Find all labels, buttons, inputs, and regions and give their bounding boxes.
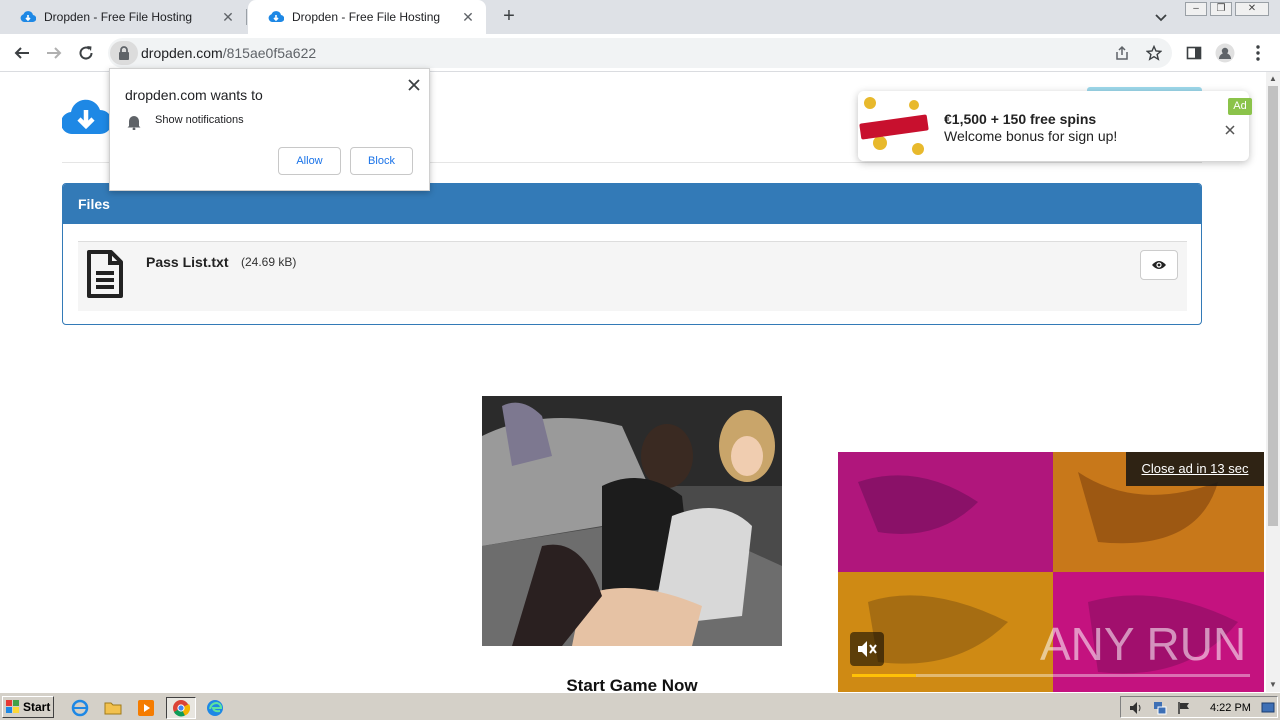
video-ad-frame: ANY RUN: [838, 452, 1264, 692]
game-ad-image[interactable]: [482, 396, 782, 646]
muted-speaker-icon[interactable]: [850, 632, 884, 666]
forward-button[interactable]: [42, 41, 66, 65]
video-ad[interactable]: ANY RUN Close ad in 13 sec: [838, 452, 1264, 692]
share-icon[interactable]: [1113, 44, 1131, 62]
ad-title: €1,500 + 150 free spins: [944, 111, 1097, 127]
url-path: /815ae0f5a622: [222, 45, 317, 61]
browser-toolbar: dropden.com/815ae0f5a622: [0, 34, 1280, 72]
cloud-download-icon: [268, 9, 284, 25]
video-progress-bar[interactable]: [852, 674, 1250, 677]
url-domain: dropden.com: [141, 45, 223, 61]
kebab-menu-icon[interactable]: [1248, 43, 1268, 63]
start-label: Start: [23, 700, 51, 714]
eye-icon: [1152, 261, 1166, 269]
windows-taskbar: Start 4:22 PM: [0, 692, 1280, 720]
file-name[interactable]: Pass List.txt: [146, 254, 228, 270]
chrome-taskbar-button[interactable]: [166, 697, 196, 719]
tab-dropden-1[interactable]: Dropden - Free File Hosting ✕: [0, 0, 246, 34]
window-close-button[interactable]: ✕: [1235, 2, 1269, 16]
tab-title: Dropden - Free File Hosting: [292, 10, 441, 24]
new-tab-button[interactable]: +: [498, 5, 520, 27]
site-logo[interactable]: [60, 96, 112, 136]
network-icon[interactable]: [1153, 701, 1167, 720]
edge-icon[interactable]: [203, 697, 227, 719]
bell-icon: [127, 114, 141, 131]
tab-divider: [246, 9, 247, 25]
show-desktop-icon[interactable]: [1261, 701, 1275, 720]
scroll-down-icon[interactable]: ▼: [1266, 678, 1280, 692]
block-button[interactable]: Block: [350, 147, 413, 175]
start-game-link[interactable]: Start Game Now: [482, 676, 782, 692]
ad-subtitle: Welcome bonus for sign up!: [944, 128, 1118, 144]
close-icon[interactable]: ✕: [460, 9, 476, 25]
prompt-title: dropden.com wants to: [125, 87, 263, 103]
casino-ad-toast[interactable]: €1,500 + 150 free spins Welcome bonus fo…: [858, 91, 1249, 161]
cloud-download-icon: [20, 9, 36, 25]
ad-badge: Ad: [1228, 98, 1252, 115]
page-scrollbar[interactable]: ▲ ▼: [1266, 72, 1280, 692]
star-icon[interactable]: [1145, 44, 1163, 62]
notification-permission-prompt: dropden.com wants to Show notifications …: [109, 68, 430, 191]
prompt-permission-item: Show notifications: [155, 114, 244, 126]
tab-dropden-2[interactable]: Dropden - Free File Hosting ✕: [248, 0, 486, 34]
minimize-button[interactable]: –: [1185, 2, 1207, 16]
profile-avatar-icon[interactable]: [1215, 43, 1235, 63]
close-ad-countdown[interactable]: Close ad in 13 sec: [1126, 452, 1264, 486]
side-panel-icon[interactable]: [1184, 43, 1204, 63]
media-player-icon[interactable]: [134, 697, 158, 719]
watermark-text: ANY RUN: [1040, 618, 1246, 670]
restore-button[interactable]: ❐: [1210, 2, 1232, 16]
files-panel: Files Pass List.txt (24.69 kB): [62, 183, 1202, 325]
close-icon[interactable]: [1224, 123, 1236, 135]
back-button[interactable]: [10, 41, 34, 65]
tab-strip: Dropden - Free File Hosting ✕ Dropden - …: [0, 0, 1280, 34]
reload-icon: [79, 46, 93, 60]
speaker-icon[interactable]: [1129, 701, 1143, 720]
file-document-icon: [85, 249, 125, 299]
address-bar[interactable]: dropden.com/815ae0f5a622: [108, 38, 1172, 68]
preview-button[interactable]: [1140, 250, 1178, 280]
close-icon[interactable]: [406, 77, 422, 93]
casino-logo: [858, 91, 930, 161]
cloud-download-icon: [60, 99, 112, 135]
flag-icon[interactable]: [1177, 701, 1191, 720]
arrow-left-icon: [14, 47, 29, 59]
chrome-icon: [173, 700, 190, 717]
close-icon[interactable]: ✕: [220, 9, 236, 25]
internet-explorer-icon[interactable]: [68, 697, 92, 719]
scrollbar-thumb[interactable]: [1268, 86, 1278, 526]
windows-logo-icon: [6, 700, 20, 714]
lock-icon[interactable]: [110, 41, 138, 65]
allow-button[interactable]: Allow: [278, 147, 341, 175]
system-tray: 4:22 PM: [1120, 696, 1278, 718]
file-size: (24.69 kB): [241, 255, 297, 269]
url-text: dropden.com/815ae0f5a622: [141, 45, 316, 61]
file-row[interactable]: Pass List.txt (24.69 kB): [78, 241, 1187, 311]
video-progress-fill: [852, 674, 916, 677]
arrow-right-icon: [47, 47, 62, 59]
chevron-down-icon[interactable]: [1152, 8, 1170, 26]
scroll-up-icon[interactable]: ▲: [1266, 72, 1280, 86]
taskbar-clock: 4:22 PM: [1210, 702, 1251, 714]
reload-button[interactable]: [74, 41, 98, 65]
start-button[interactable]: Start: [2, 696, 54, 718]
folder-icon[interactable]: [101, 697, 125, 719]
tab-title: Dropden - Free File Hosting: [44, 10, 193, 24]
